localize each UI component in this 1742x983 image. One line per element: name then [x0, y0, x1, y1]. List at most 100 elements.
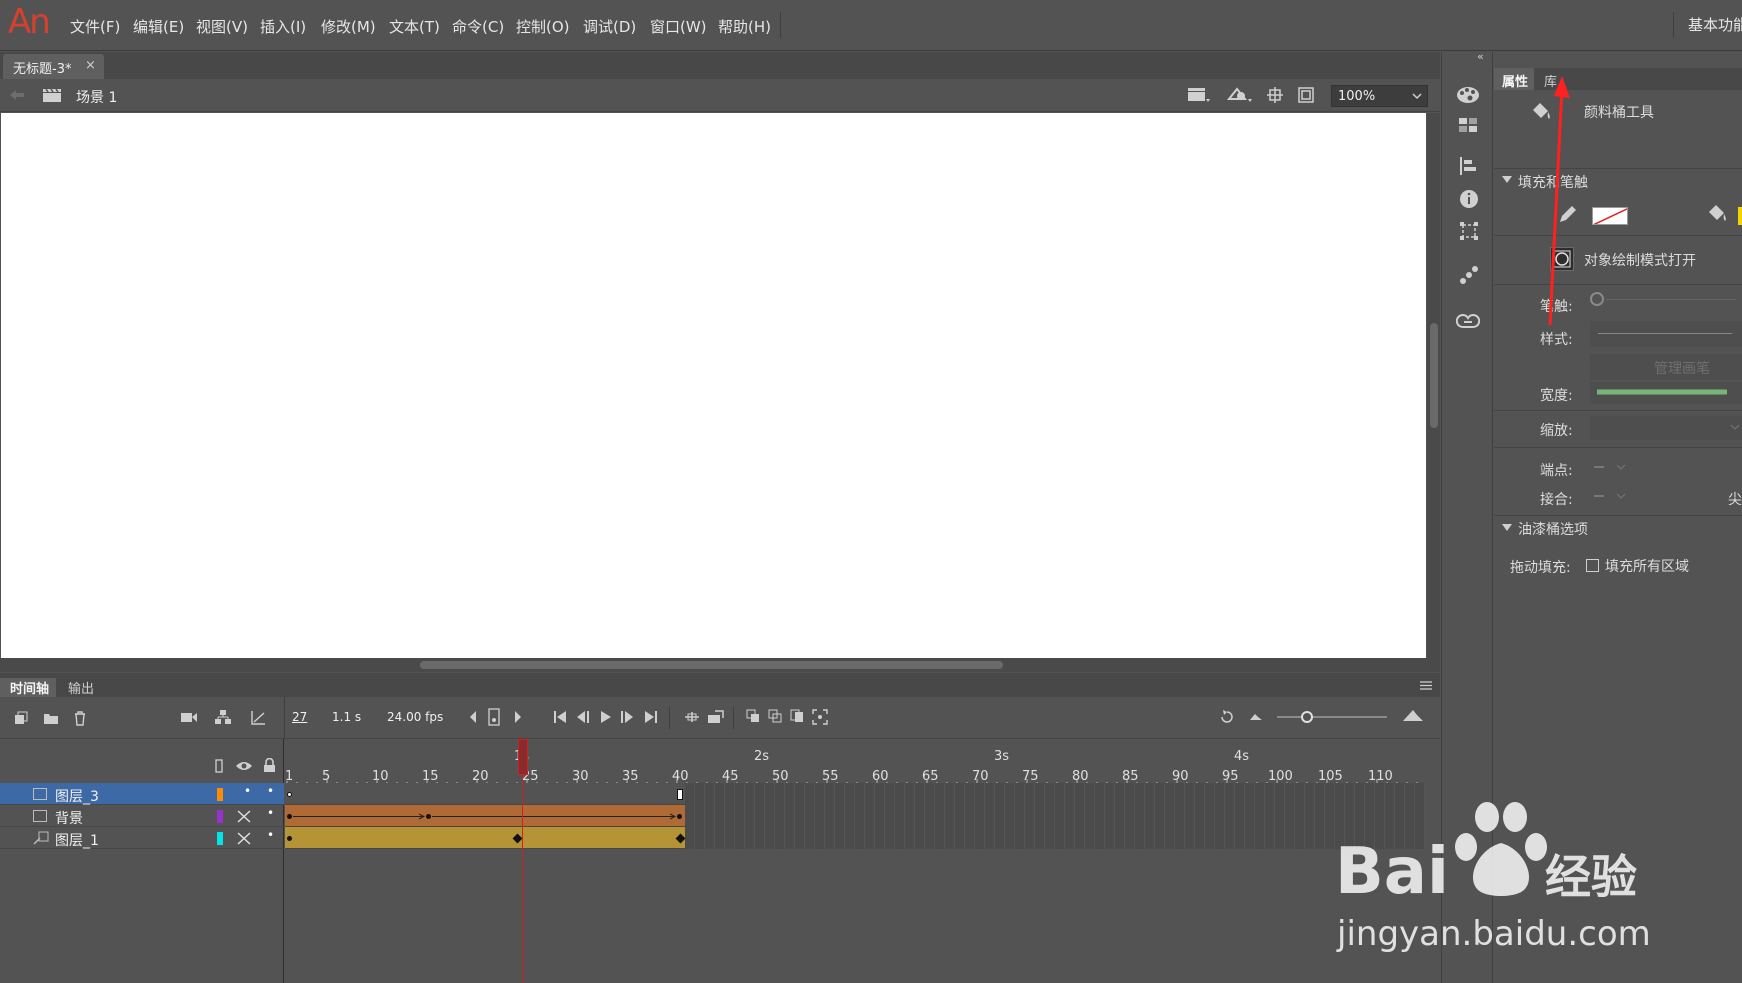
center-stage-icon[interactable] — [1266, 86, 1284, 104]
layer-name[interactable]: 图层_1 — [55, 830, 99, 850]
layer-color-swatch[interactable] — [217, 810, 223, 823]
cap-select[interactable] — [1590, 456, 1638, 478]
tab-properties[interactable]: 属性 — [1494, 68, 1534, 90]
edit-scene-icon[interactable] — [1187, 86, 1211, 104]
color-palette-icon[interactable] — [1456, 85, 1480, 105]
layer-row-layer3[interactable]: 图层_3 • • — [0, 783, 284, 805]
hidden-x-icon[interactable] — [237, 810, 251, 823]
trash-icon[interactable] — [73, 710, 87, 726]
modify-markers-icon[interactable] — [812, 709, 828, 725]
lock-icon[interactable] — [263, 758, 276, 773]
vertical-scrollbar[interactable] — [1427, 113, 1440, 658]
play-icon[interactable] — [600, 710, 612, 724]
layer-name[interactable]: 图层_3 — [55, 786, 99, 806]
fill-all-checkbox[interactable] — [1586, 559, 1599, 572]
transform-icon[interactable] — [1459, 221, 1479, 241]
zoom-select[interactable]: 100% — [1331, 85, 1428, 107]
collapse-triangle-icon[interactable] — [1502, 524, 1512, 532]
camera-icon[interactable] — [180, 711, 198, 723]
vertical-scroll-thumb[interactable] — [1430, 323, 1438, 428]
frame-size-slider-thumb[interactable] — [1301, 711, 1313, 723]
edit-multiple-frames-icon[interactable] — [790, 709, 804, 723]
collapse-panels-icon[interactable]: « — [1477, 50, 1484, 63]
hidden-x-icon[interactable] — [237, 832, 251, 845]
end-frame-marker[interactable] — [677, 789, 683, 800]
section-bucket-options[interactable]: 油漆桶选项 — [1518, 519, 1588, 539]
center-playhead-icon[interactable] — [1219, 709, 1235, 725]
close-icon[interactable]: × — [85, 58, 96, 73]
stroke-slider-track[interactable] — [1606, 299, 1736, 300]
menu-debug[interactable]: 调试(D) — [583, 16, 636, 37]
frame-span-layer3[interactable] — [285, 783, 685, 805]
step-forward-icon[interactable] — [619, 710, 635, 724]
tab-output[interactable]: 输出 — [68, 678, 94, 697]
menu-edit[interactable]: 编辑(E) — [133, 16, 184, 37]
onion-outline-icon[interactable] — [768, 709, 782, 723]
current-frame[interactable]: 27 — [292, 710, 307, 724]
eye-icon[interactable] — [235, 761, 253, 771]
visibility-dot[interactable]: • — [244, 784, 251, 798]
layer-color-swatch[interactable] — [217, 832, 223, 845]
empty-keyframe[interactable] — [287, 792, 292, 797]
collapse-triangle-icon[interactable] — [1502, 176, 1512, 184]
layer-row-background[interactable]: 背景 • — [0, 805, 284, 827]
menu-window[interactable]: 窗口(W) — [650, 16, 707, 37]
lock-dot[interactable]: • — [267, 784, 274, 798]
frame-size-slider[interactable] — [1277, 716, 1387, 718]
layer-parenting-icon[interactable] — [214, 709, 232, 725]
creative-cloud-icon[interactable] — [1456, 312, 1480, 332]
step-back-icon[interactable] — [575, 710, 591, 724]
align-icon[interactable] — [1459, 156, 1477, 176]
next-keyframe-icon[interactable] — [513, 710, 523, 724]
insert-keyframe-icon[interactable] — [488, 708, 500, 726]
graph-icon[interactable] — [250, 710, 266, 726]
new-folder-icon[interactable] — [43, 711, 59, 725]
manage-brush-button[interactable]: 管理画笔 — [1590, 354, 1742, 380]
large-mountain-icon[interactable] — [1402, 708, 1424, 722]
frame-rate[interactable]: 24.00 fps — [387, 710, 443, 724]
go-first-frame-icon[interactable] — [553, 710, 567, 724]
outline-column-icon[interactable] — [215, 759, 223, 773]
fill-color-swatch[interactable] — [1738, 207, 1742, 225]
prev-keyframe-icon[interactable] — [468, 710, 478, 724]
horizontal-scroll-thumb[interactable] — [420, 661, 1003, 669]
horizontal-scrollbar[interactable] — [0, 658, 1440, 672]
go-last-frame-icon[interactable] — [644, 710, 658, 724]
menu-help[interactable]: 帮助(H) — [718, 16, 771, 37]
stroke-color-swatch[interactable] — [1592, 207, 1628, 225]
menu-commands[interactable]: 命令(C) — [452, 16, 504, 37]
tab-timeline[interactable]: 时间轴 — [0, 678, 56, 697]
menu-text[interactable]: 文本(T) — [389, 16, 440, 37]
camera-layer-icon[interactable] — [707, 710, 725, 724]
lock-dot[interactable]: • — [267, 828, 274, 842]
edit-symbols-icon[interactable] — [1227, 86, 1253, 104]
menu-view[interactable]: 视图(V) — [196, 16, 248, 37]
layer-name[interactable]: 背景 — [55, 808, 83, 828]
style-select[interactable] — [1590, 321, 1742, 347]
panel-menu-icon[interactable] — [1420, 681, 1432, 690]
join-select[interactable] — [1590, 485, 1638, 507]
motion-presets-icon[interactable] — [1459, 265, 1479, 285]
clip-content-icon[interactable] — [1297, 86, 1315, 104]
menu-insert[interactable]: 插入(I) — [260, 16, 306, 37]
onion-skin-icon[interactable] — [746, 709, 760, 723]
scale-select[interactable] — [1590, 416, 1742, 440]
width-select[interactable] — [1590, 382, 1742, 404]
elapsed-time[interactable]: 1.1 s — [332, 710, 361, 724]
back-arrow-icon[interactable] — [9, 89, 25, 101]
menu-modify[interactable]: 修改(M) — [321, 16, 376, 37]
keyframe[interactable] — [287, 814, 292, 819]
fill-bucket-icon[interactable] — [1706, 204, 1728, 224]
layer-row-layer1[interactable]: 图层_1 • — [0, 827, 284, 849]
workspace-switcher[interactable]: 基本功能 — [1688, 14, 1742, 35]
layer-color-swatch[interactable] — [217, 788, 223, 801]
lock-dot[interactable]: • — [267, 806, 274, 820]
info-icon[interactable] — [1459, 189, 1479, 209]
new-layer-icon[interactable] — [14, 711, 28, 725]
stroke-slider-thumb[interactable] — [1590, 292, 1604, 306]
menu-control[interactable]: 控制(O) — [516, 16, 570, 37]
playhead-handle[interactable] — [518, 739, 528, 775]
menu-file[interactable]: 文件(F) — [70, 16, 120, 37]
loop-icon[interactable] — [684, 710, 700, 724]
small-mountain-icon[interactable] — [1249, 711, 1263, 721]
